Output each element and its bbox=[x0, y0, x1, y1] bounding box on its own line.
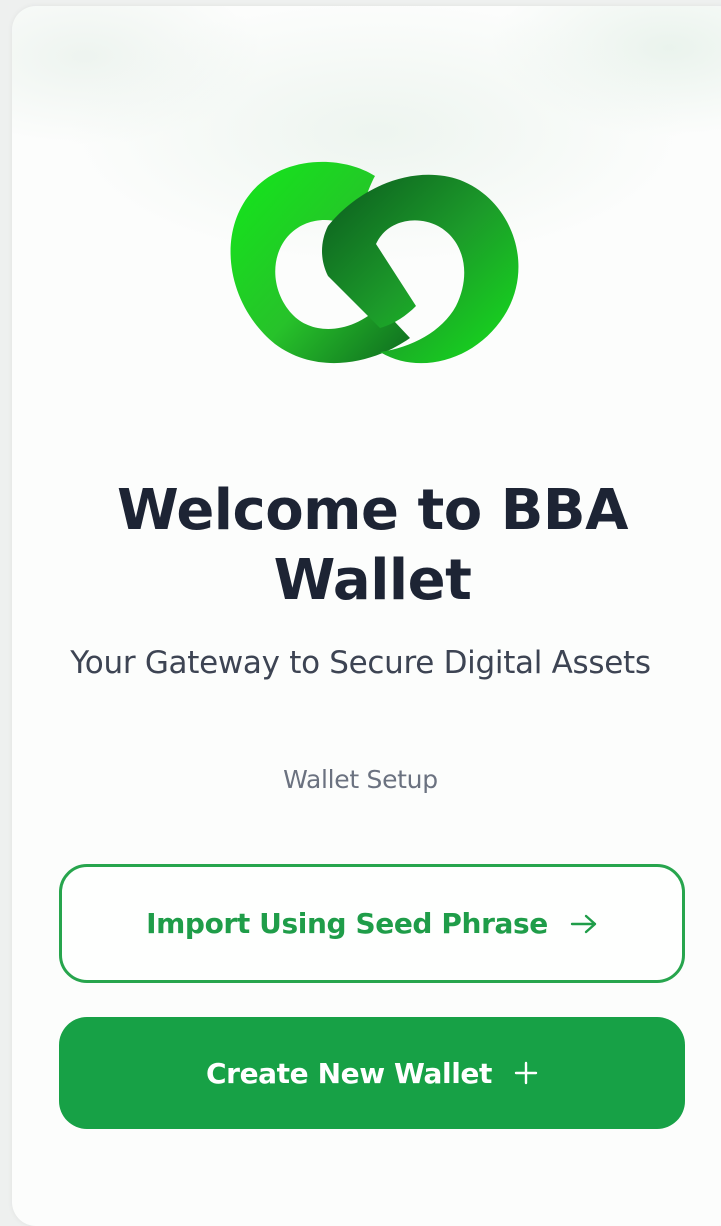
create-button-label: Create New Wallet bbox=[206, 1056, 492, 1090]
import-button-label: Import Using Seed Phrase bbox=[146, 907, 548, 940]
section-label: Wallet Setup bbox=[283, 765, 438, 794]
page-subtitle: Your Gateway to Secure Digital Assets bbox=[70, 645, 651, 681]
import-seed-phrase-button[interactable]: Import Using Seed Phrase bbox=[59, 864, 685, 983]
plus-icon bbox=[514, 1061, 538, 1085]
arrow-right-icon bbox=[570, 913, 598, 935]
bba-logo-icon bbox=[230, 161, 519, 364]
create-new-wallet-button[interactable]: Create New Wallet bbox=[59, 1017, 685, 1129]
page-title: Welcome to BBA Wallet bbox=[117, 478, 628, 613]
